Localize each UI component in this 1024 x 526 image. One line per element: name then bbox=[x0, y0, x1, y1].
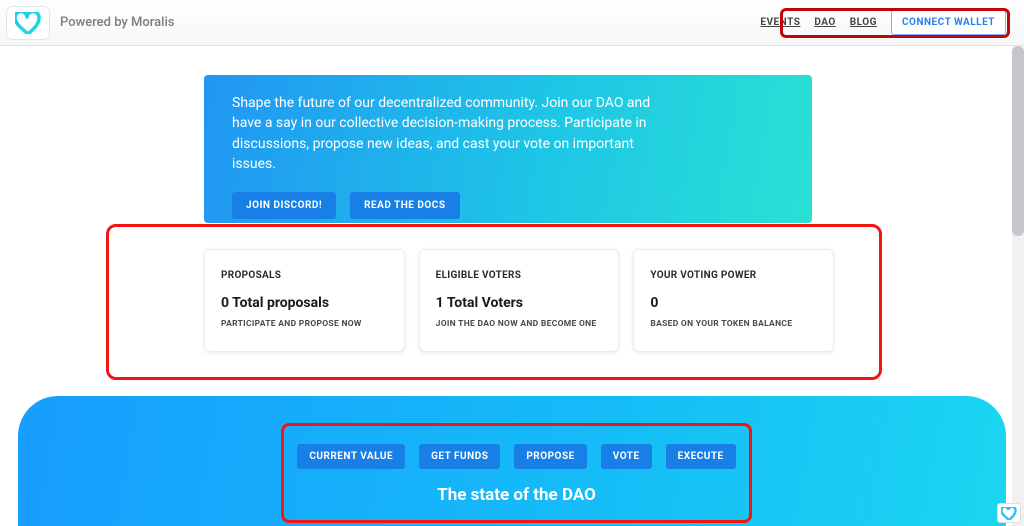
card-voters: ELIGIBLE VOTERS 1 Total Voters JOIN THE … bbox=[419, 249, 620, 352]
topbar: Powered by Moralis EVENTS DAO BLOG CONNE… bbox=[0, 0, 1024, 46]
brand-label: Powered by Moralis bbox=[60, 15, 174, 30]
heart-icon bbox=[15, 12, 41, 34]
nav-events[interactable]: EVENTS bbox=[760, 17, 800, 28]
card-subtext: BASED ON YOUR TOKEN BALANCE bbox=[650, 319, 817, 329]
nav-dao[interactable]: DAO bbox=[814, 17, 835, 28]
heart-icon bbox=[1001, 507, 1017, 520]
card-title: ELIGIBLE VOTERS bbox=[436, 270, 603, 281]
propose-button[interactable]: PROPOSE bbox=[514, 444, 586, 469]
corner-widget[interactable] bbox=[997, 503, 1021, 523]
hero-text: Shape the future of our decentralized co… bbox=[232, 93, 652, 174]
state-title: The state of the DAO bbox=[437, 485, 596, 505]
card-proposals: PROPOSALS 0 Total proposals PARTICIPATE … bbox=[204, 249, 405, 352]
vote-button[interactable]: VOTE bbox=[601, 444, 652, 469]
card-subtext: JOIN THE DAO NOW AND BECOME ONE bbox=[436, 319, 603, 329]
card-title: YOUR VOTING POWER bbox=[650, 270, 817, 281]
action-buttons: CURRENT VALUE GET FUNDS PROPOSE VOTE EXE… bbox=[297, 444, 735, 469]
actions-highlight-box: CURRENT VALUE GET FUNDS PROPOSE VOTE EXE… bbox=[281, 423, 752, 523]
scrollbar-thumb[interactable] bbox=[1012, 46, 1024, 236]
card-value: 0 Total proposals bbox=[221, 295, 388, 311]
moralis-logo bbox=[6, 6, 50, 40]
get-funds-button[interactable]: GET FUNDS bbox=[419, 444, 500, 469]
nav-blog[interactable]: BLOG bbox=[850, 17, 877, 28]
card-subtext: PARTICIPATE AND PROPOSE NOW bbox=[221, 319, 388, 329]
brand: Powered by Moralis bbox=[6, 6, 174, 40]
hero-banner: Shape the future of our decentralized co… bbox=[204, 75, 812, 223]
execute-button[interactable]: EXECUTE bbox=[666, 444, 736, 469]
current-value-button[interactable]: CURRENT VALUE bbox=[297, 444, 405, 469]
card-value: 1 Total Voters bbox=[436, 295, 603, 311]
card-power: YOUR VOTING POWER 0 BASED ON YOUR TOKEN … bbox=[633, 249, 834, 352]
connect-wallet-button[interactable]: CONNECT WALLET bbox=[891, 10, 1006, 35]
join-discord-button[interactable]: JOIN DISCORD! bbox=[232, 192, 336, 219]
read-docs-button[interactable]: READ THE DOCS bbox=[350, 192, 459, 219]
stats-cards: PROPOSALS 0 Total proposals PARTICIPATE … bbox=[204, 249, 834, 352]
card-value: 0 bbox=[650, 295, 817, 311]
card-title: PROPOSALS bbox=[221, 270, 388, 281]
top-nav: EVENTS DAO BLOG CONNECT WALLET bbox=[760, 10, 1020, 35]
